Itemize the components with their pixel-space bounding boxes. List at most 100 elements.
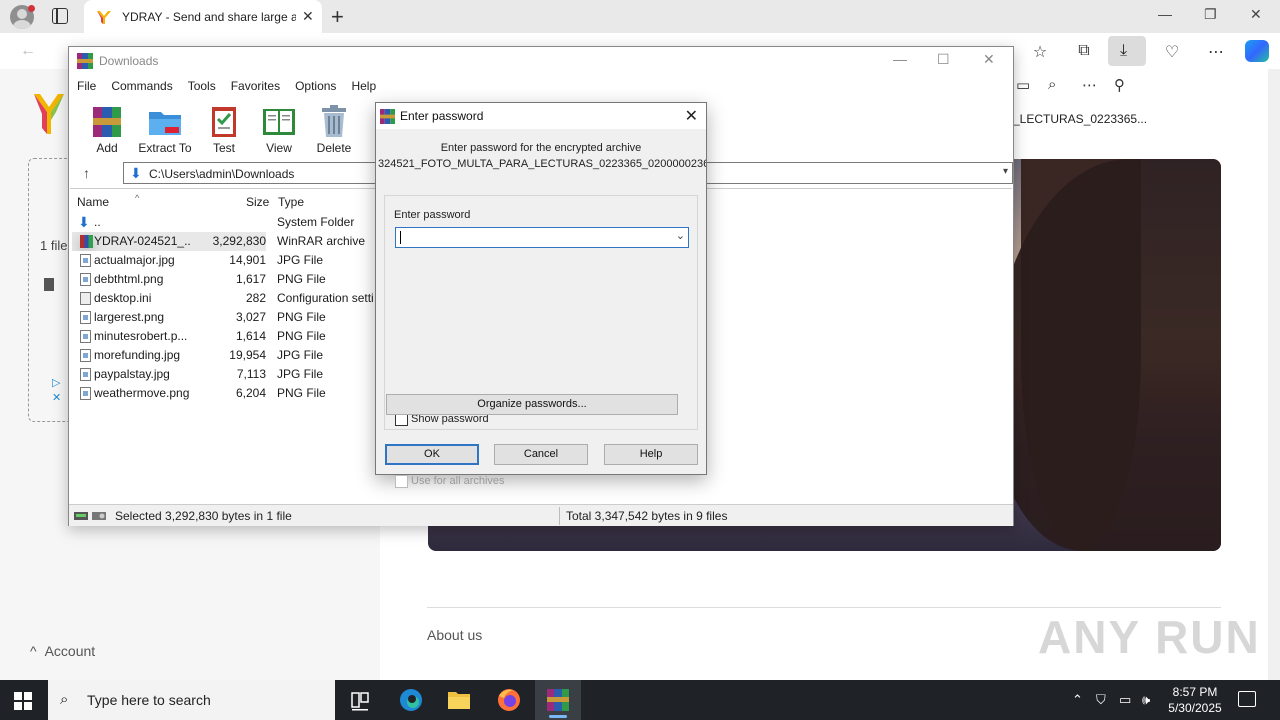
up-folder-icon[interactable]: ↑ [83,165,90,181]
chevron-down-icon[interactable]: ▾ [1003,166,1008,177]
tray-chevron-up-icon[interactable]: ⌃ [1072,692,1083,708]
test-button[interactable]: Test [196,103,252,155]
file-name: actualmajor.jpg [72,251,190,270]
copilot-icon[interactable] [1245,40,1269,62]
dialog-close-icon[interactable]: ✕ [685,106,698,126]
extract-to-button[interactable]: Extract To [137,103,193,155]
file-name-partial: _LECTURAS_0223365... [1013,112,1148,126]
browser-close-button[interactable]: ✕ [1250,6,1262,23]
security-icon[interactable]: ⛉ [1096,692,1106,708]
file-explorer-icon[interactable] [436,680,482,720]
winrar-taskbar-icon[interactable] [535,680,581,720]
file-row[interactable]: weathermove.png 6,204 PNG File [70,384,380,403]
downloads-button[interactable]: ⤓ [1108,36,1146,66]
more-icon[interactable]: ⋯ [1082,76,1097,94]
status-selected: Selected 3,292,830 bytes in 1 file [115,509,292,523]
add-archive-icon [89,103,125,139]
cancel-button[interactable]: Cancel [494,444,588,465]
taskbar-clock[interactable]: 8:57 PM 5/30/2025 [1162,684,1228,716]
browser-minimize-button[interactable]: — [1158,6,1172,22]
edge-browser-icon[interactable] [388,680,434,720]
extract-folder-icon [147,103,183,139]
extract-to-label: Extract To [138,141,192,155]
password-label: Enter password [394,209,471,221]
windows-taskbar: ⌕ Type here to search ⌃ ⛉ ▭ 🕪 8:57 PM 5/… [0,680,1280,720]
file-size: 3,292,830 [190,232,266,251]
column-type[interactable]: Type [278,195,304,209]
rar-archive-icon [80,235,93,248]
browser-tab-ydray[interactable]: YDRAY - Send and share large an ✕ [84,0,322,33]
clock-time: 8:57 PM [1172,685,1218,699]
back-arrow-icon[interactable]: ← [18,42,38,60]
tab-title: YDRAY - Send and share large an [122,9,296,24]
tab-actions-icon[interactable] [52,8,68,24]
more-options-icon[interactable]: ⋯ [1206,42,1226,62]
ok-button[interactable]: OK [385,444,479,465]
file-size: 282 [245,291,266,305]
notifications-icon[interactable] [1238,691,1256,707]
about-us-link[interactable]: About us [427,627,482,643]
menu-file[interactable]: File [77,75,96,97]
file-row[interactable]: morefunding.jpg 19,954 JPG File [70,346,380,365]
network-icon[interactable]: ▭ [1119,692,1131,708]
enter-password-dialog: Enter password ✕ Enter password for the … [375,102,707,488]
chevron-down-icon[interactable]: ⌄ [676,229,685,242]
file-row[interactable]: largerest.png 3,027 PNG File [70,308,380,327]
page-scrollbar[interactable] [1268,69,1280,680]
start-windows-icon[interactable] [14,692,32,710]
menu-help[interactable]: Help [351,75,376,97]
file-row[interactable]: desktop.ini 282 Configuration setti [70,289,380,308]
file-row[interactable]: ⬇.. System Folder [70,213,380,232]
menu-commands[interactable]: Commands [111,75,172,97]
add-button[interactable]: Add [79,103,135,155]
file-row[interactable]: debthtml.png 1,617 PNG File [70,270,380,289]
tab-close-icon[interactable]: ✕ [302,8,314,25]
taskbar-search-box[interactable]: ⌕ Type here to search [48,680,335,720]
file-row[interactable]: minutesrobert.p... 1,614 PNG File [70,327,380,346]
file-type: Configuration setti [277,291,374,305]
performance-heart-icon[interactable]: ♡ [1162,42,1182,62]
organize-passwords-button[interactable]: Organize passwords... [386,394,678,415]
dialog-titlebar: Enter password ✕ [376,103,706,129]
ad-choices-icon[interactable]: ▷ ✕ [52,376,68,408]
task-view-icon[interactable] [337,680,383,720]
image-file-icon [80,368,91,381]
file-row[interactable]: paypalstay.jpg 7,113 JPG File [70,365,380,384]
view-book-icon [261,103,297,139]
use-for-all-archives-checkbox[interactable] [395,475,408,488]
winrar-minimize-button[interactable]: — [893,51,907,67]
column-name[interactable]: Name ^ [77,193,139,209]
pin-icon[interactable]: ⚲ [1114,76,1125,94]
password-input[interactable]: ⌄ [395,227,689,248]
download-arrow-icon: ⤓ [1120,42,1128,59]
file-row[interactable]: YDRAY-024521_... 3,292,830 WinRAR archive [70,232,380,251]
help-button[interactable]: Help [604,444,698,465]
browser-restore-button[interactable]: ❐ [1204,6,1217,23]
file-type: PNG File [277,310,326,324]
column-size[interactable]: Size [246,195,269,209]
file-name: morefunding.jpg [72,346,190,365]
document-icon [44,278,54,291]
search-icon: ⌕ [60,691,69,708]
menu-favorites[interactable]: Favorites [231,75,280,97]
collections-icon[interactable]: ⧉ [1074,42,1094,60]
volume-icon[interactable]: 🕪 [1142,692,1150,708]
winrar-menubar: File Commands Tools Favorites Options He… [69,75,1013,97]
winrar-maximize-button[interactable]: ☐ [937,51,950,68]
view-button[interactable]: View [251,103,307,155]
browser-tabstrip: YDRAY - Send and share large an ✕ + — ❐ … [0,0,1280,33]
firefox-icon[interactable] [486,680,532,720]
dialog-title: Enter password [400,109,484,123]
account-menu[interactable]: ^ Account [30,643,95,659]
new-tab-button[interactable]: + [331,4,344,30]
file-type: JPG File [277,253,324,267]
delete-button[interactable]: Delete [306,103,362,155]
search-icon[interactable]: ⌕ [1048,76,1056,93]
folder-icon[interactable]: ▭ [1016,76,1030,94]
menu-tools[interactable]: Tools [188,75,216,97]
text-caret [400,231,401,244]
winrar-close-button[interactable]: ✕ [983,51,995,68]
file-row[interactable]: actualmajor.jpg 14,901 JPG File [70,251,380,270]
favorites-star-icon[interactable]: ☆ [1030,42,1050,62]
menu-options[interactable]: Options [295,75,336,97]
